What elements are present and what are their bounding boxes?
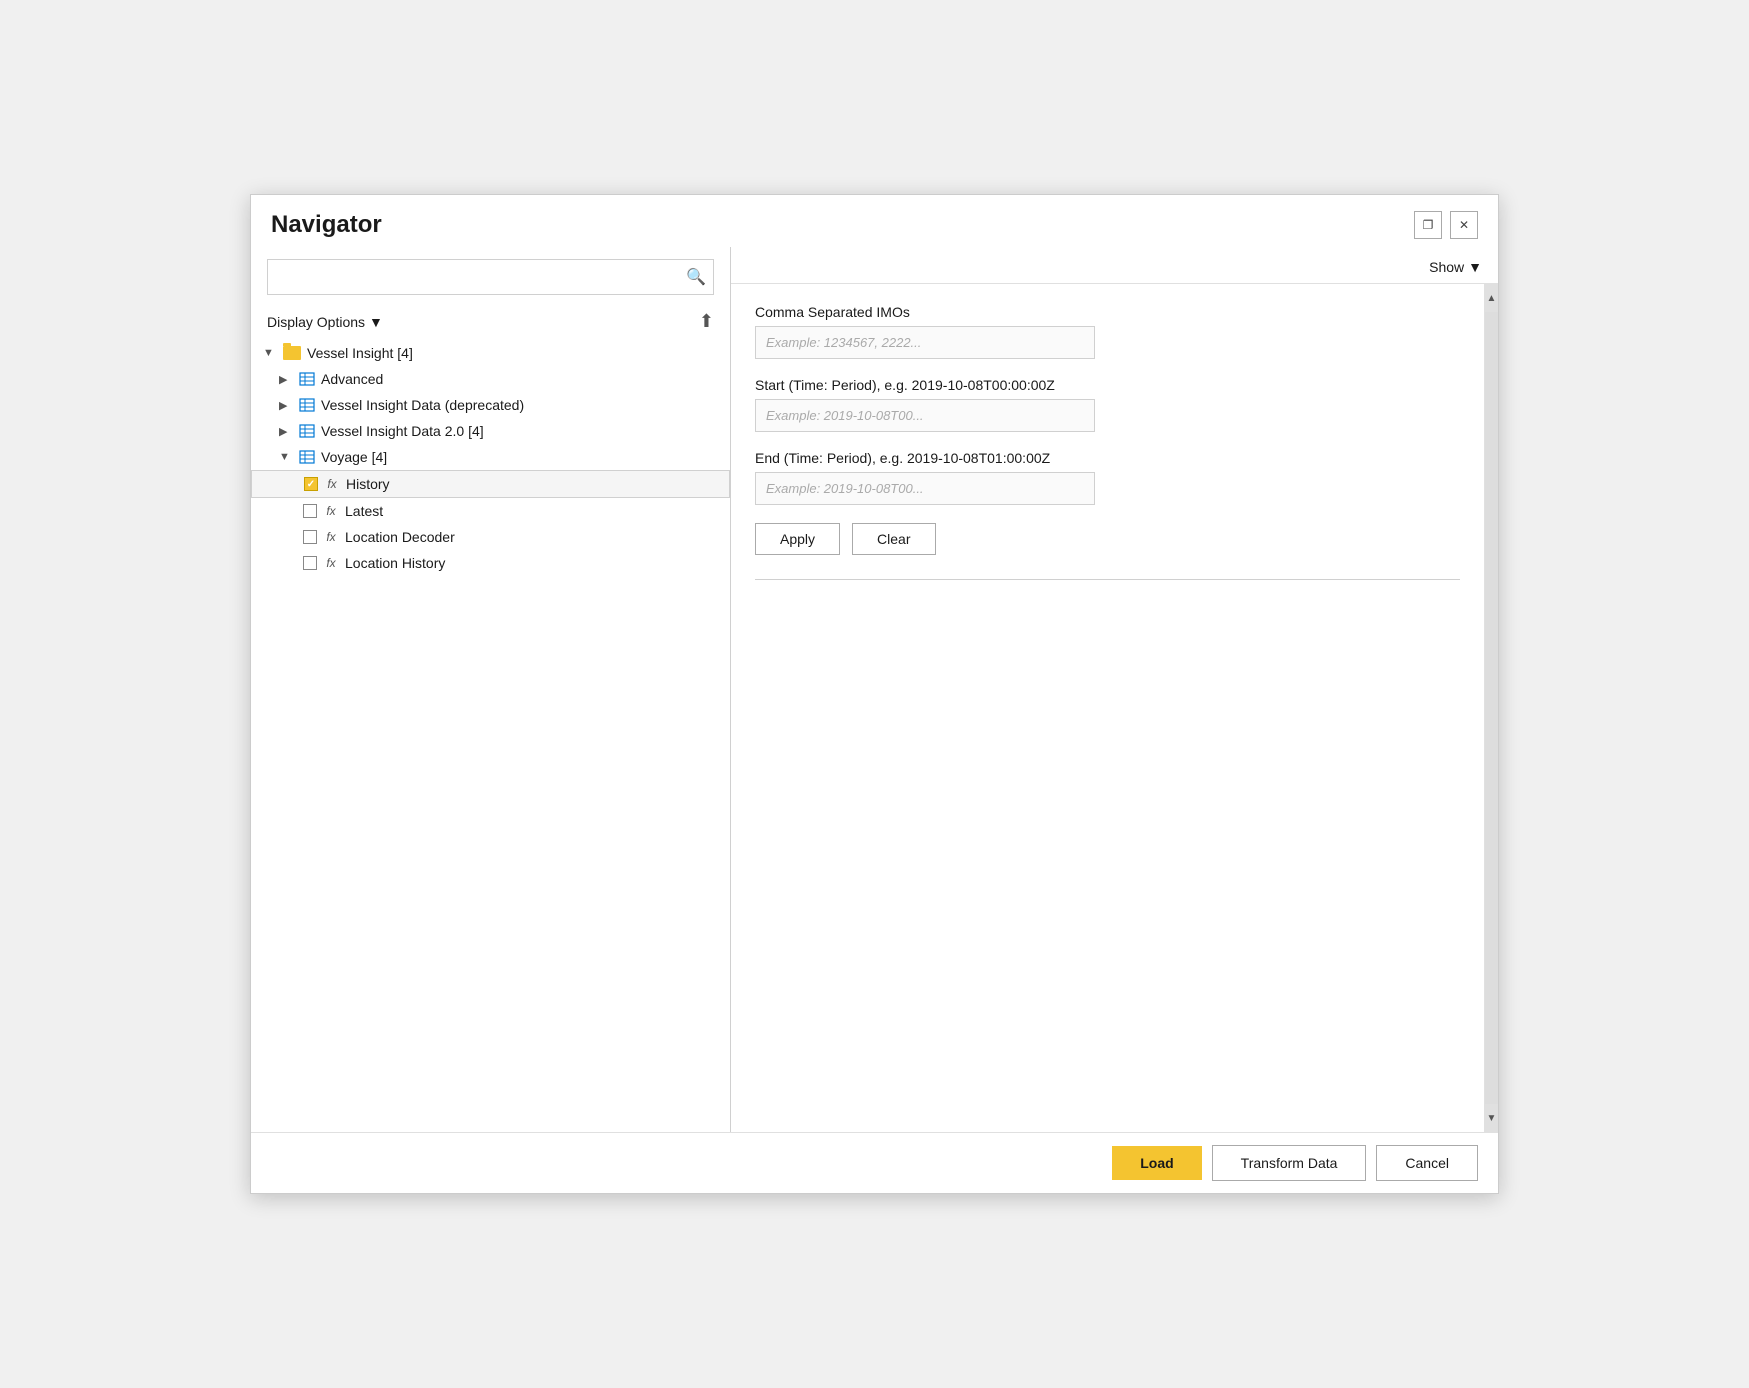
right-content: Comma Separated IMOs Start (Time: Period… bbox=[731, 284, 1484, 1132]
history-checkbox[interactable] bbox=[304, 477, 318, 491]
display-options-row: Display Options ▼ ⬆ bbox=[251, 307, 730, 340]
show-label: Show bbox=[1429, 259, 1464, 275]
imo-label: Comma Separated IMOs bbox=[755, 304, 1460, 320]
scroll-track bbox=[1485, 312, 1498, 1104]
tree-node-latest[interactable]: fx Latest bbox=[251, 498, 730, 524]
display-options-button[interactable]: Display Options ▼ bbox=[267, 314, 383, 330]
expand-icon: ▶ bbox=[279, 373, 293, 386]
tree-label-location-history: Location History bbox=[345, 555, 445, 571]
scroll-down-button[interactable]: ▼ bbox=[1485, 1104, 1499, 1132]
tree-label-voyage: Voyage [4] bbox=[321, 449, 387, 465]
action-buttons: Apply Clear bbox=[755, 523, 1460, 555]
function-icon: fx bbox=[324, 477, 340, 491]
tree-node-location-history[interactable]: fx Location History bbox=[251, 550, 730, 576]
show-chevron-icon: ▼ bbox=[1468, 259, 1482, 275]
left-panel: 🔍 Display Options ▼ ⬆ ▼ Vessel bbox=[251, 247, 731, 1132]
tree-label-advanced: Advanced bbox=[321, 371, 383, 387]
function-icon: fx bbox=[323, 556, 339, 570]
upload-button[interactable]: ⬆ bbox=[699, 311, 714, 332]
collapse-icon: ▼ bbox=[263, 347, 277, 359]
search-bar: 🔍 bbox=[267, 259, 714, 295]
footer: Load Transform Data Cancel bbox=[251, 1132, 1498, 1193]
function-icon: fx bbox=[323, 530, 339, 544]
load-button[interactable]: Load bbox=[1112, 1146, 1201, 1180]
chevron-down-icon: ▼ bbox=[369, 314, 383, 330]
divider bbox=[755, 579, 1460, 580]
tree-label-vessel-insight: Vessel Insight [4] bbox=[307, 345, 413, 361]
tree-node-vessel-insight-data-deprecated[interactable]: ▶ Vessel Insight Data (deprecated) bbox=[251, 392, 730, 418]
clear-button[interactable]: Clear bbox=[852, 523, 935, 555]
right-top-bar: Show ▼ bbox=[731, 247, 1498, 284]
close-button[interactable]: ✕ bbox=[1450, 211, 1478, 239]
expand-icon: ▶ bbox=[279, 399, 293, 412]
tree-label-history: History bbox=[346, 476, 390, 492]
show-button[interactable]: Show ▼ bbox=[1429, 259, 1482, 275]
tree-node-vessel-insight[interactable]: ▼ Vessel Insight [4] bbox=[251, 340, 730, 366]
folder-icon bbox=[283, 346, 301, 360]
tree-node-vessel-insight-data-2[interactable]: ▶ Vessel Insight Data 2.0 [4] bbox=[251, 418, 730, 444]
search-input[interactable] bbox=[268, 262, 679, 292]
scroll-up-button[interactable]: ▲ bbox=[1485, 284, 1499, 312]
table-icon bbox=[299, 372, 315, 386]
apply-button[interactable]: Apply bbox=[755, 523, 840, 555]
tree-node-advanced[interactable]: ▶ Advanced bbox=[251, 366, 730, 392]
tree-node-location-decoder[interactable]: fx Location Decoder bbox=[251, 524, 730, 550]
cancel-button[interactable]: Cancel bbox=[1376, 1145, 1478, 1181]
location-decoder-checkbox[interactable] bbox=[303, 530, 317, 544]
end-input[interactable] bbox=[755, 472, 1095, 505]
restore-button[interactable]: ❐ bbox=[1414, 211, 1442, 239]
title-bar: Navigator ❐ ✕ bbox=[251, 195, 1498, 247]
imo-input[interactable] bbox=[755, 326, 1095, 359]
location-history-checkbox[interactable] bbox=[303, 556, 317, 570]
right-scrollbar[interactable]: ▲ ▼ bbox=[1484, 284, 1498, 1132]
start-label: Start (Time: Period), e.g. 2019-10-08T00… bbox=[755, 377, 1460, 393]
search-icon: 🔍 bbox=[686, 267, 706, 287]
display-options-label: Display Options bbox=[267, 314, 365, 330]
table-icon bbox=[299, 398, 315, 412]
dialog-title: Navigator bbox=[271, 211, 382, 239]
main-content: 🔍 Display Options ▼ ⬆ ▼ Vessel bbox=[251, 247, 1498, 1132]
latest-checkbox[interactable] bbox=[303, 504, 317, 518]
end-label: End (Time: Period), e.g. 2019-10-08T01:0… bbox=[755, 450, 1460, 466]
table-icon bbox=[299, 450, 315, 464]
tree-node-history[interactable]: fx History bbox=[251, 470, 730, 498]
tree-label-latest: Latest bbox=[345, 503, 383, 519]
tree-label-vessel-data-2: Vessel Insight Data 2.0 [4] bbox=[321, 423, 484, 439]
tree-node-voyage[interactable]: ▼ Voyage [4] bbox=[251, 444, 730, 470]
expand-icon: ▶ bbox=[279, 425, 293, 438]
right-scrollbar-area: Comma Separated IMOs Start (Time: Period… bbox=[731, 284, 1498, 1132]
title-bar-controls: ❐ ✕ bbox=[1414, 211, 1478, 239]
search-button[interactable]: 🔍 bbox=[679, 260, 713, 294]
collapse-icon: ▼ bbox=[279, 451, 293, 463]
tree-area: ▼ Vessel Insight [4] ▶ bbox=[251, 340, 730, 1132]
tree-label-location-decoder: Location Decoder bbox=[345, 529, 455, 545]
right-panel: Show ▼ Comma Separated IMOs Start (Time:… bbox=[731, 247, 1498, 1132]
start-input[interactable] bbox=[755, 399, 1095, 432]
table-icon bbox=[299, 424, 315, 438]
tree-label-vessel-data-deprecated: Vessel Insight Data (deprecated) bbox=[321, 397, 524, 413]
function-icon: fx bbox=[323, 504, 339, 518]
upload-icon: ⬆ bbox=[699, 311, 714, 331]
transform-data-button[interactable]: Transform Data bbox=[1212, 1145, 1367, 1181]
navigator-dialog: Navigator ❐ ✕ 🔍 Display Options ▼ bbox=[250, 194, 1499, 1194]
